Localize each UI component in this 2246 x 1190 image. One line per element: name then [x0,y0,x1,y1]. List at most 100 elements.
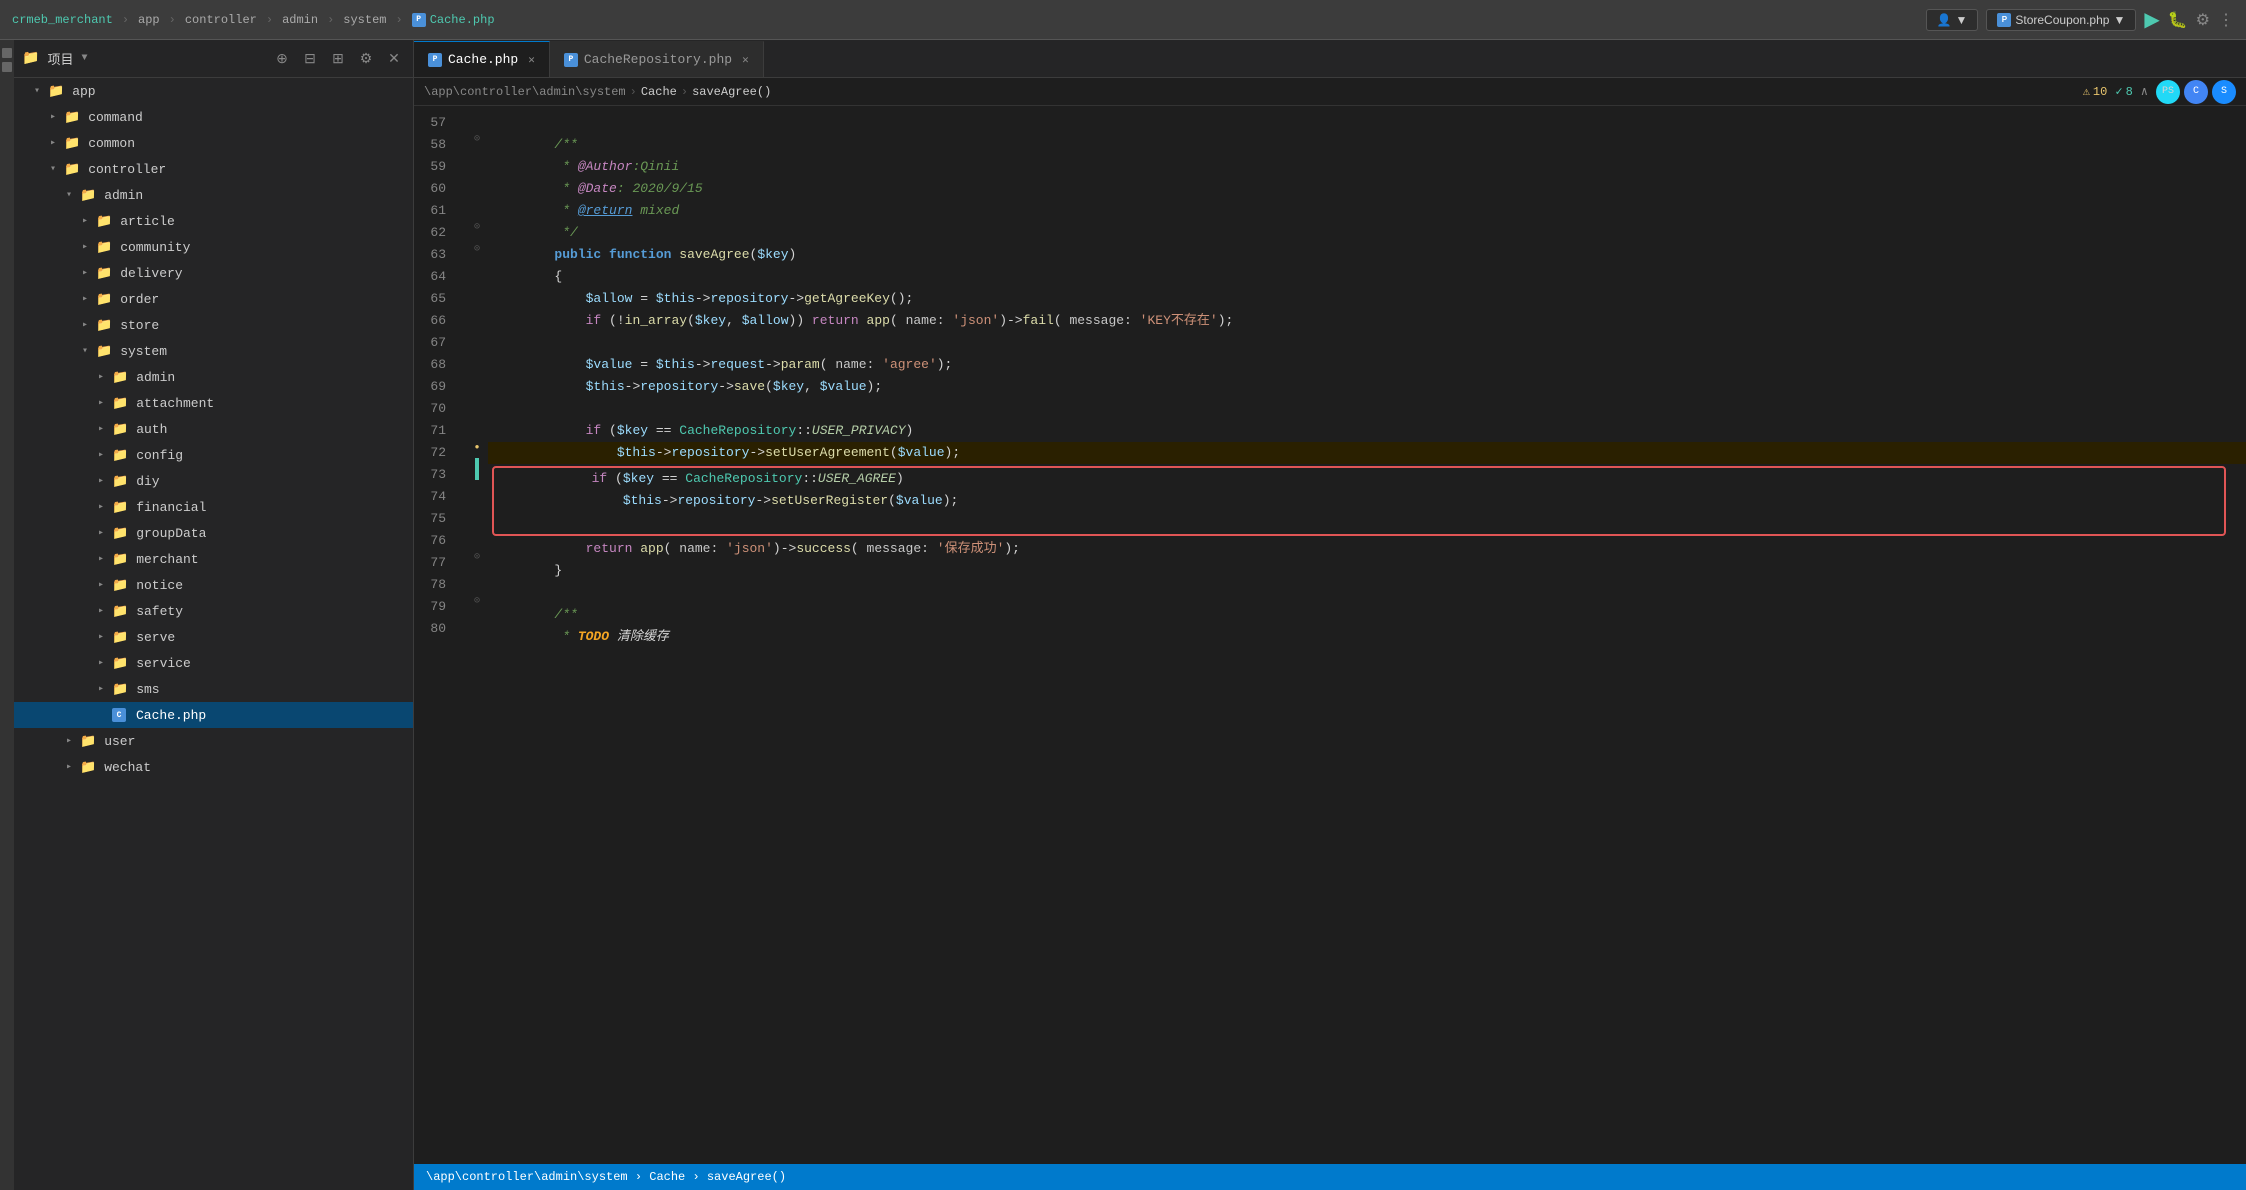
line-num-64: 64 [414,266,456,288]
fold-icon[interactable]: ⊙ [474,551,480,563]
tree-item-auth[interactable]: ▸📁auth [14,416,413,442]
more-button[interactable]: ⋮ [2218,10,2234,30]
folder-icon: 📁 [64,136,80,151]
sidebar-expand-button[interactable]: ⊞ [327,48,349,70]
activity-search[interactable] [2,62,12,72]
user-account-button[interactable]: 👤 ▼ [1926,9,1979,31]
phpstorm-icon[interactable]: PS [2156,80,2180,104]
tree-item-safety[interactable]: ▸📁safety [14,598,413,624]
tree-item-common[interactable]: ▸📁common [14,130,413,156]
line-num-75: 75 [414,508,456,530]
tree-item-wechat[interactable]: ▸📁wechat [14,754,413,780]
php-file-icon: C [112,708,126,722]
code-line-57 [488,112,2246,134]
tree-item-serve[interactable]: ▸📁serve [14,624,413,650]
tree-item-user[interactable]: ▸📁user [14,728,413,754]
tab-cache-php[interactable]: P Cache.php ✕ [414,41,550,77]
fold-icon[interactable]: ⊙ [474,595,480,607]
tree-label: store [120,318,159,333]
tree-item-merchant[interactable]: ▸📁merchant [14,546,413,572]
debug-button[interactable]: 🐛 [2168,10,2188,30]
folder-icon: 📁 [112,526,128,541]
folder-icon: 📁 [112,656,128,671]
sidebar-collapse-button[interactable]: ⊟ [299,48,321,70]
tree-item-command[interactable]: ▸📁command [14,104,413,130]
gutter-58: ⊙ [466,128,488,150]
sidebar-locate-button[interactable]: ⊕ [271,48,293,70]
tree-item-admin[interactable]: ▾📁admin [14,182,413,208]
chrome-icon[interactable]: C [2184,80,2208,104]
fold-icon[interactable]: ⊙ [474,221,480,233]
editor-breadcrumb: \app\controller\admin\system › Cache › s… [424,85,771,99]
highlighted-box-region: if ($key == CacheRepository::USER_AGREE)… [492,466,2226,536]
tree-item-app[interactable]: ▾📁app [14,78,413,104]
code-content[interactable]: /** * @Author:Qinii * @Date: 2020/9/15 *… [488,106,2246,1164]
file-selector-button[interactable]: P StoreCoupon.php ▼ [1986,9,2136,31]
fold-icon[interactable]: ⊙ [474,133,480,145]
tree-label: wechat [104,760,151,775]
settings-button[interactable]: ⚙ [2196,10,2210,30]
tab-close-2[interactable]: ✕ [742,53,749,67]
folder-icon: 📁 [112,630,128,645]
tree-item-Cache-php[interactable]: CCache.php [14,702,413,728]
tree-item-financial[interactable]: ▸📁financial [14,494,413,520]
tree-item-attachment[interactable]: ▸📁attachment [14,390,413,416]
tree-chevron: ▸ [78,293,92,305]
tree-chevron: ▸ [94,579,108,591]
code-line-58: /** [488,134,2246,156]
sidebar-settings-button[interactable]: ⚙ [355,48,377,70]
tree-item-store[interactable]: ▸📁store [14,312,413,338]
tree-item-admin[interactable]: ▸📁admin [14,364,413,390]
tree-item-config[interactable]: ▸📁config [14,442,413,468]
editor-topbar: \app\controller\admin\system › Cache › s… [414,78,2246,106]
breadcrumb-sep2: › [169,13,176,27]
tree-chevron: ▸ [94,371,108,383]
code-editor[interactable]: 5758596061626364656667686970717273747576… [414,106,2246,1164]
sidebar-close-button[interactable]: ✕ [383,48,405,70]
tree-item-order[interactable]: ▸📁order [14,286,413,312]
breadcrumb-sep5: › [396,13,403,27]
tree-item-groupData[interactable]: ▸📁groupData [14,520,413,546]
breadcrumb-app[interactable]: app [138,13,160,27]
code-line-72: $this->repository->setUserAgreement($val… [488,442,2246,464]
activity-files[interactable] [2,48,12,58]
line-numbers: 5758596061626364656667686970717273747576… [414,106,466,1164]
tab-cacherepository-php[interactable]: P CacheRepository.php ✕ [550,41,764,77]
tree-item-article[interactable]: ▸📁article [14,208,413,234]
sidebar-toolbar: ⊕ ⊟ ⊞ ⚙ ✕ [271,48,405,70]
php-icon-title: P [1997,13,2011,27]
breadcrumb-root[interactable]: crmeb_merchant [12,13,113,27]
tree-chevron: ▸ [46,111,60,123]
breadcrumb-controller[interactable]: controller [185,13,257,27]
expand-icon[interactable]: ∧ [2141,84,2148,99]
ok-count: 8 [2126,85,2133,99]
safari-icon[interactable]: S [2212,80,2236,104]
tree-item-sms[interactable]: ▸📁sms [14,676,413,702]
run-button[interactable]: ▶ [2144,7,2159,32]
tab-close-1[interactable]: ✕ [528,53,535,67]
tree-label: controller [88,162,166,177]
sidebar-dropdown-icon: ▼ [81,53,87,64]
tree-item-controller[interactable]: ▾📁controller [14,156,413,182]
tree-item-diy[interactable]: ▸📁diy [14,468,413,494]
tree-item-notice[interactable]: ▸📁notice [14,572,413,598]
tree-label: user [104,734,135,749]
tree-item-delivery[interactable]: ▸📁delivery [14,260,413,286]
ok-badge: ✓ 8 [2115,84,2132,99]
tree-chevron: ▸ [62,735,76,747]
breadcrumb-method: saveAgree() [692,85,771,99]
warning-dot: ● [475,443,480,452]
gutter-65 [466,282,488,304]
breadcrumb-system[interactable]: system [343,13,386,27]
fold-icon[interactable]: ⊙ [474,243,480,255]
tree-item-service[interactable]: ▸📁service [14,650,413,676]
gutter-57 [466,106,488,128]
tree-item-system[interactable]: ▾📁system [14,338,413,364]
line-num-72: 72 [414,442,456,464]
tree-label: financial [136,500,206,515]
gutter-63: ⊙ [466,238,488,260]
line-num-68: 68 [414,354,456,376]
tree-item-community[interactable]: ▸📁community [14,234,413,260]
line-num-77: 77 [414,552,456,574]
breadcrumb-admin[interactable]: admin [282,13,318,27]
